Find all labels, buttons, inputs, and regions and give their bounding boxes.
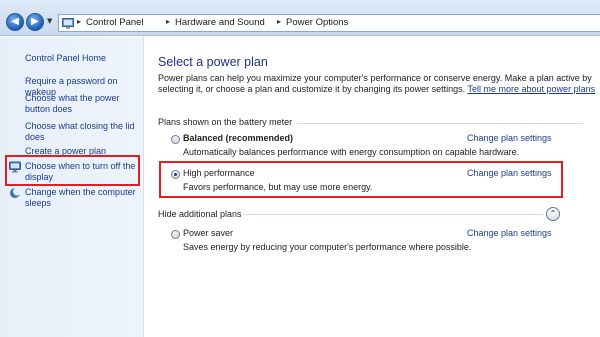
breadcrumb-separator-icon[interactable]: ▸ — [77, 17, 81, 26]
breadcrumb-separator-icon[interactable]: ▸ — [277, 17, 281, 26]
plan-power-saver-label[interactable]: Power saver — [183, 228, 233, 238]
recent-pages-dropdown-icon[interactable]: ▼ — [47, 17, 55, 27]
breadcrumb-control-panel[interactable]: Control Panel — [86, 17, 144, 28]
divider — [297, 123, 583, 124]
plan-balanced-label[interactable]: Balanced (recommended) — [183, 133, 293, 143]
back-button[interactable]: ◀ — [6, 13, 24, 31]
moon-icon — [10, 187, 21, 198]
breadcrumb[interactable]: ▸ Control Panel ▸ Hardware and Sound ▸ P… — [58, 14, 600, 32]
main-content: Select a power plan Power plans can help… — [145, 37, 600, 337]
change-plan-settings-balanced[interactable]: Change plan settings — [467, 133, 552, 143]
sidebar: Control Panel Home Require a password on… — [0, 37, 144, 337]
intro-text: Power plans can help you maximize your c… — [158, 73, 598, 95]
sidebar-item-power-button[interactable]: Choose what the power button does — [25, 93, 143, 114]
tell-me-more-link[interactable]: Tell me more about power plans — [468, 84, 596, 94]
radio-power-saver[interactable] — [171, 230, 180, 239]
change-plan-settings-power-saver[interactable]: Change plan settings — [467, 228, 552, 238]
breadcrumb-hardware-and-sound[interactable]: Hardware and Sound — [175, 17, 265, 28]
sidebar-item-closing-lid[interactable]: Choose what closing the lid does — [25, 121, 143, 142]
plan-balanced-description: Automatically balances performance with … — [183, 147, 520, 157]
section-additional-plans: Hide additional plans — [158, 209, 242, 219]
plan-power-saver-description: Saves energy by reducing your computer's… — [183, 242, 472, 252]
address-bar: ◀ ▶ ▼ ▸ Control Panel ▸ Hardware and Sou… — [0, 0, 600, 36]
forward-button[interactable]: ▶ — [26, 13, 44, 31]
highlight-box-sidebar — [5, 155, 140, 186]
breadcrumb-power-options[interactable]: Power Options — [286, 17, 348, 28]
control-panel-icon — [62, 18, 74, 29]
divider — [243, 214, 543, 215]
breadcrumb-separator-icon[interactable]: ▸ — [166, 17, 170, 26]
sidebar-item-computer-sleeps[interactable]: Change when the computer sleeps — [25, 187, 143, 208]
sidebar-control-panel-home[interactable]: Control Panel Home — [25, 53, 143, 64]
collapse-chevron-up-icon[interactable]: ⌃ — [546, 207, 560, 221]
section-battery-meter: Plans shown on the battery meter — [158, 117, 293, 127]
highlight-box-high-performance — [159, 161, 563, 198]
radio-balanced[interactable] — [171, 135, 180, 144]
page-title: Select a power plan — [158, 55, 268, 69]
